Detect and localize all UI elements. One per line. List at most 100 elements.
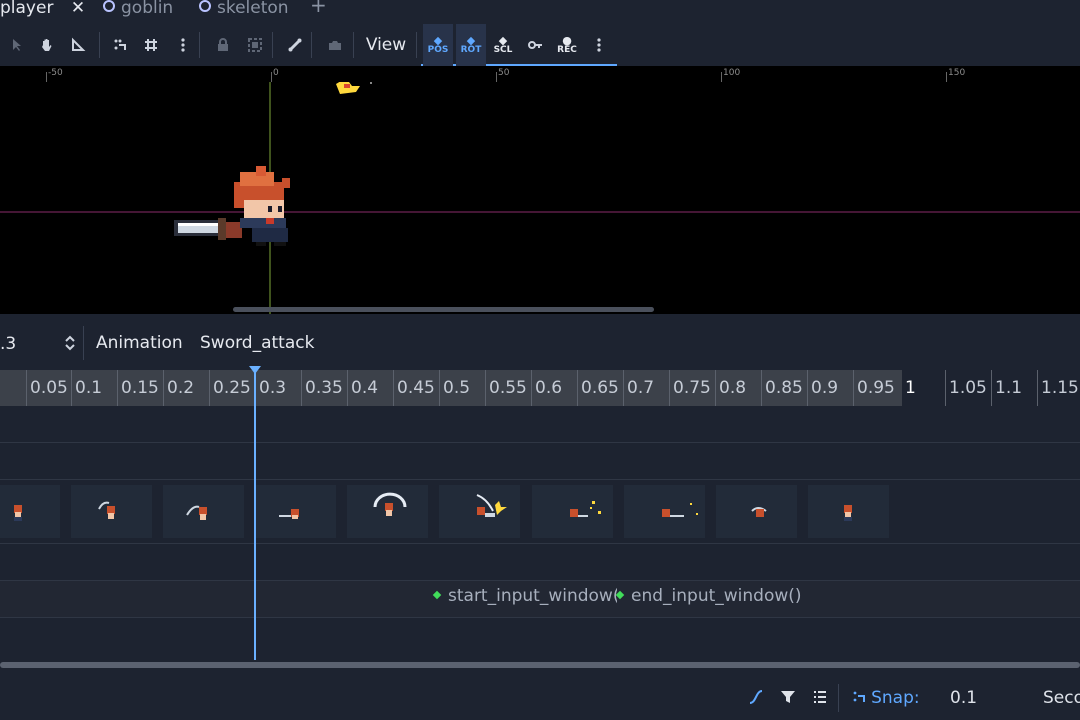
player-sprite — [174, 166, 290, 246]
timeline-tick: 0.75 — [669, 370, 711, 406]
animation-selector[interactable]: Sword_attack — [200, 333, 314, 353]
ruler-label: -50 — [48, 68, 63, 78]
ruler-label: 100 — [723, 68, 741, 78]
timeline-tick: 0.7 — [623, 370, 654, 406]
timeline-tick: 1.05 — [945, 370, 987, 406]
filter-icon[interactable] — [780, 676, 796, 720]
timeline-tick: 0.65 — [577, 370, 619, 406]
tab-goblin[interactable]: goblin — [103, 0, 173, 24]
timeline-tick: 0.8 — [715, 370, 746, 406]
key-scale-button[interactable]: ◆ SCL — [488, 24, 518, 66]
method-key-label: start_input_window() — [448, 586, 627, 606]
playhead[interactable] — [254, 370, 256, 660]
track-empty[interactable] — [0, 544, 1080, 581]
timeline-tick: 0.9 — [807, 370, 838, 406]
sprite-keyframe[interactable] — [255, 485, 336, 538]
group-icon[interactable] — [241, 24, 269, 66]
timeline-tick: 0.95 — [853, 370, 895, 406]
track-position[interactable] — [0, 406, 1080, 443]
snap-value-field[interactable]: 0.1 — [950, 676, 977, 720]
tab-label: player — [0, 0, 54, 18]
canvas-toolbar: View ◆ POS ◆ ROT ◆ SCL ● REC — [0, 24, 1080, 66]
animation-length-field[interactable]: .3 — [0, 334, 16, 354]
tab-label: goblin — [121, 0, 174, 18]
insert-key-icon[interactable] — [521, 24, 549, 66]
smart-snap-icon[interactable] — [106, 24, 134, 66]
tab-label: skeleton — [217, 0, 289, 18]
animation-footer: Snap: 0.1 Seconds — [0, 676, 1080, 720]
sprite-keyframe[interactable] — [71, 485, 152, 538]
tab-player[interactable]: player ✕ — [0, 0, 85, 24]
grid-snap-icon[interactable] — [137, 24, 165, 66]
timeline-tick: 1.15 — [1037, 370, 1079, 406]
snap-unit-selector[interactable]: Seconds — [1043, 676, 1080, 720]
sprite-keyframe[interactable] — [0, 485, 60, 538]
animation-header: .3 Animation Sword_attack — [0, 322, 1080, 364]
timeline-tick: 0.6 — [531, 370, 562, 406]
track-list-icon[interactable] — [812, 676, 828, 720]
ruler-label: 150 — [948, 68, 966, 78]
scene-tab-bar: player ✕ goblin skeleton + — [0, 0, 1080, 24]
auto-key-button[interactable]: ● REC — [552, 24, 582, 66]
method-key[interactable]: start_input_window() — [432, 586, 627, 606]
key-rotation-button[interactable]: ◆ ROT — [456, 24, 486, 66]
sprite-keyframe[interactable] — [347, 485, 428, 538]
spinner-icon[interactable] — [63, 333, 77, 353]
timeline-tick: 0.35 — [301, 370, 343, 406]
method-key-label: end_input_window() — [631, 586, 802, 606]
method-key[interactable]: end_input_window() — [615, 586, 802, 606]
view-menu-button[interactable]: View — [362, 24, 410, 66]
timeline-tick: 0.5 — [439, 370, 470, 406]
ruler-icon[interactable] — [64, 24, 92, 66]
timeline-tick: 0.45 — [393, 370, 435, 406]
canvas-ruler: -50 0 50 100 150 — [0, 66, 1080, 83]
pan-hand-icon[interactable] — [33, 24, 61, 66]
key-position-button[interactable]: ◆ POS — [423, 24, 453, 66]
tab-skeleton[interactable]: skeleton — [199, 0, 289, 24]
bezier-curve-icon[interactable] — [748, 676, 764, 720]
lock-icon[interactable] — [209, 24, 237, 66]
sprite-keyframe[interactable] — [808, 485, 889, 538]
snap-label: Snap: — [871, 688, 920, 708]
key-scl-label: SCL — [493, 45, 513, 55]
effect-sprite — [336, 82, 372, 94]
key-pos-label: POS — [427, 45, 449, 55]
close-icon[interactable]: ✕ — [71, 0, 85, 18]
timeline-tick: 0.85 — [761, 370, 803, 406]
sprite-keyframe[interactable] — [532, 485, 613, 538]
timeline-tick: 0.1 — [71, 370, 102, 406]
snap-toggle[interactable]: Snap: — [852, 676, 920, 720]
scene-icon — [103, 0, 115, 12]
timeline-tick: 0.55 — [485, 370, 527, 406]
key-options-icon[interactable] — [585, 24, 613, 66]
timeline-tick: 1.1 — [991, 370, 1022, 406]
track-bottom[interactable] — [0, 618, 1080, 660]
timeline-ticks: 0.05 0.1 0.15 0.2 0.25 0.3 0.35 0.4 0.45… — [0, 370, 1080, 406]
timeline-tick: 0.25 — [209, 370, 251, 406]
sprite-keyframe[interactable] — [439, 485, 520, 538]
timeline-scrollbar[interactable] — [0, 662, 1080, 668]
playhead-handle[interactable] — [249, 366, 261, 374]
add-tab-button[interactable]: + — [310, 0, 327, 21]
timeline-tick: 0.2 — [163, 370, 194, 406]
sprite-keyframe[interactable] — [716, 485, 797, 538]
key-diamond-icon — [432, 590, 442, 600]
ruler-label: 50 — [498, 68, 510, 78]
animation-menu-button[interactable]: Animation — [96, 333, 183, 353]
more-options-icon[interactable] — [169, 24, 197, 66]
sprite-keyframe[interactable] — [624, 485, 705, 538]
bone-icon[interactable] — [281, 24, 309, 66]
viewport-canvas — [0, 82, 1080, 314]
viewport-scrollbar[interactable] — [233, 307, 654, 312]
timeline-tick: 0.15 — [117, 370, 159, 406]
timeline-tick: 0.3 — [255, 370, 286, 406]
select-icon[interactable] — [2, 24, 30, 66]
track-rotation[interactable] — [0, 443, 1080, 480]
auto-key-label: REC — [557, 45, 577, 55]
key-rot-label: ROT — [460, 45, 482, 55]
camera-icon[interactable] — [321, 24, 349, 66]
sprite-keyframe[interactable] — [163, 485, 244, 538]
2d-viewport[interactable] — [0, 82, 1080, 314]
snap-icon — [853, 691, 865, 702]
timeline-tick: 0.4 — [347, 370, 378, 406]
